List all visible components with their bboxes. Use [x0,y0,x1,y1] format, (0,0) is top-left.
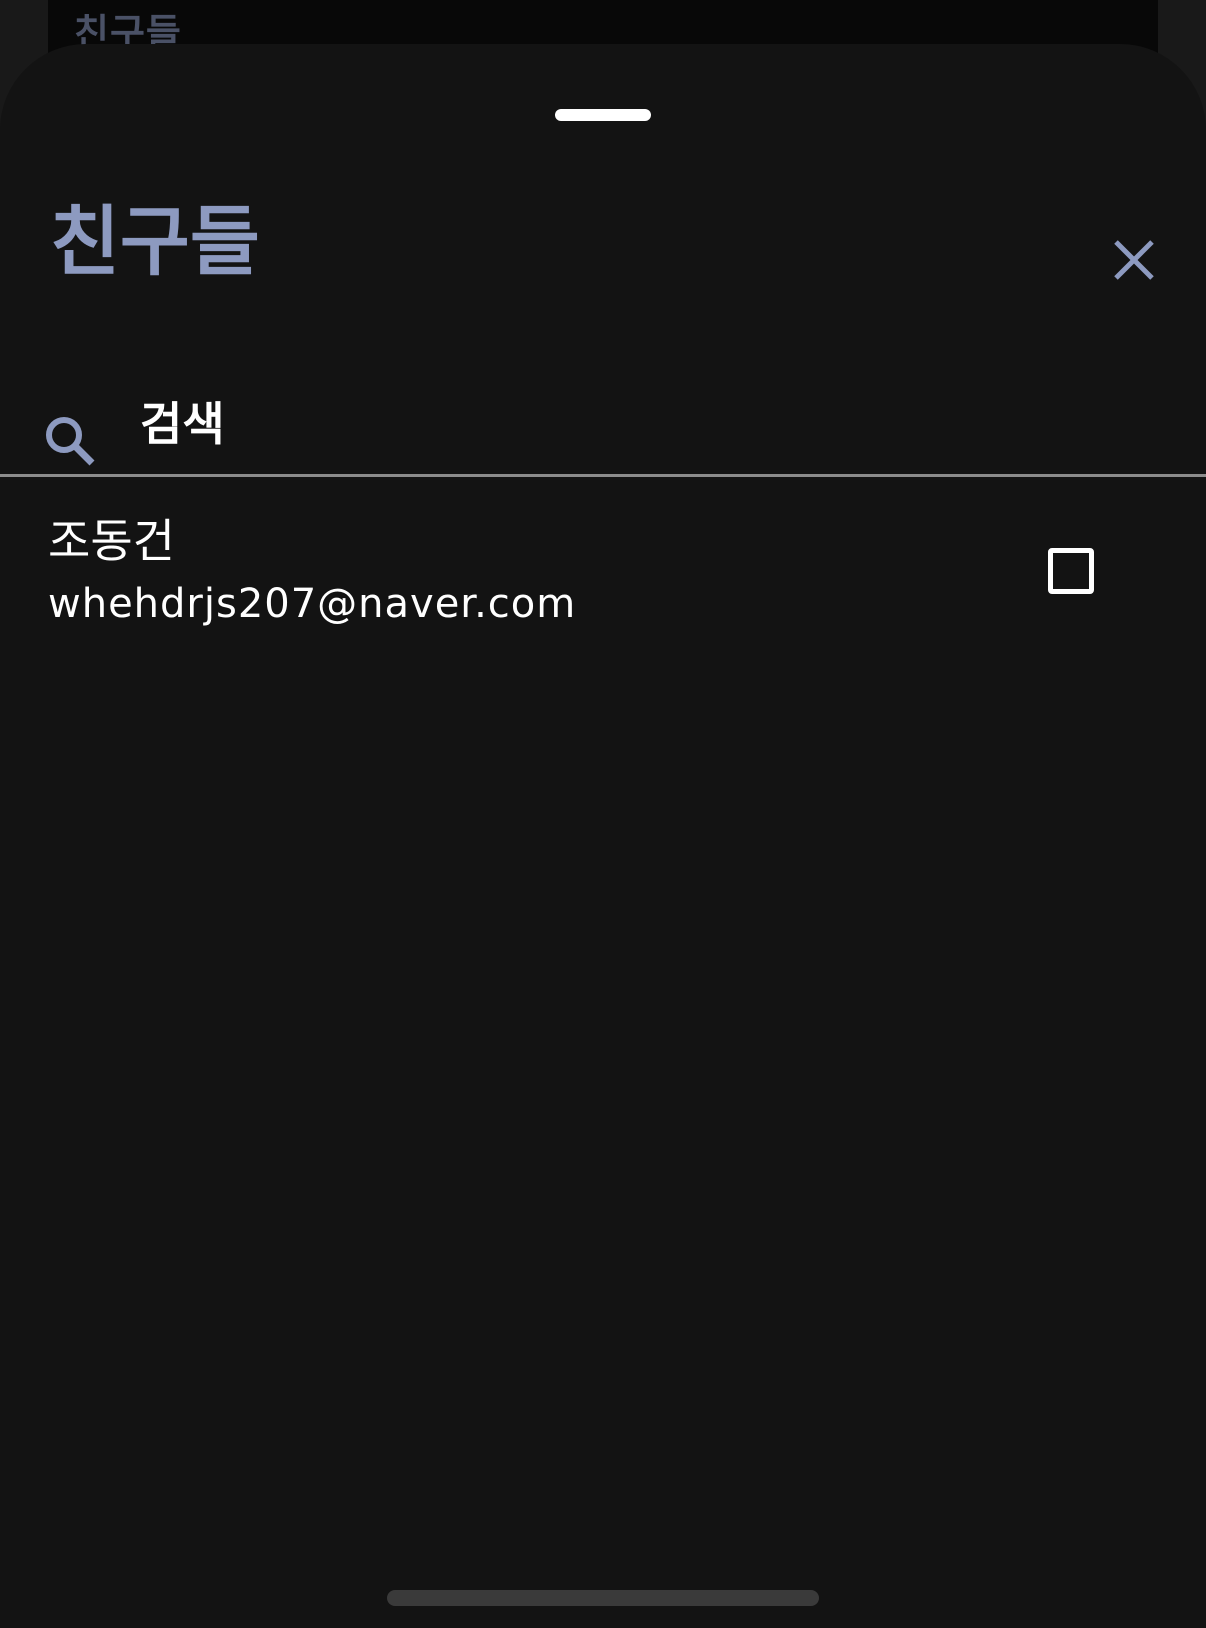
list-item[interactable]: 조동건 whehdrjs207@naver.com [0,514,1206,654]
sheet-title: 친구들 [50,197,260,286]
friend-email: whehdrjs207@naver.com [48,581,577,627]
search-icon [46,417,95,466]
sheet-drag-handle[interactable] [555,109,651,121]
close-icon [1114,240,1154,280]
home-indicator [387,1590,819,1606]
friend-select-checkbox[interactable] [1048,548,1094,594]
search-input[interactable] [140,394,1140,454]
search-divider [0,474,1206,477]
search-row [0,344,1206,474]
friends-bottom-sheet: 친구들 조동건 whehdrjs207@naver.com [0,44,1206,1628]
friend-name: 조동건 [48,514,175,568]
friends-list: 조동건 whehdrjs207@naver.com [0,514,1206,654]
close-button[interactable] [1104,230,1164,290]
